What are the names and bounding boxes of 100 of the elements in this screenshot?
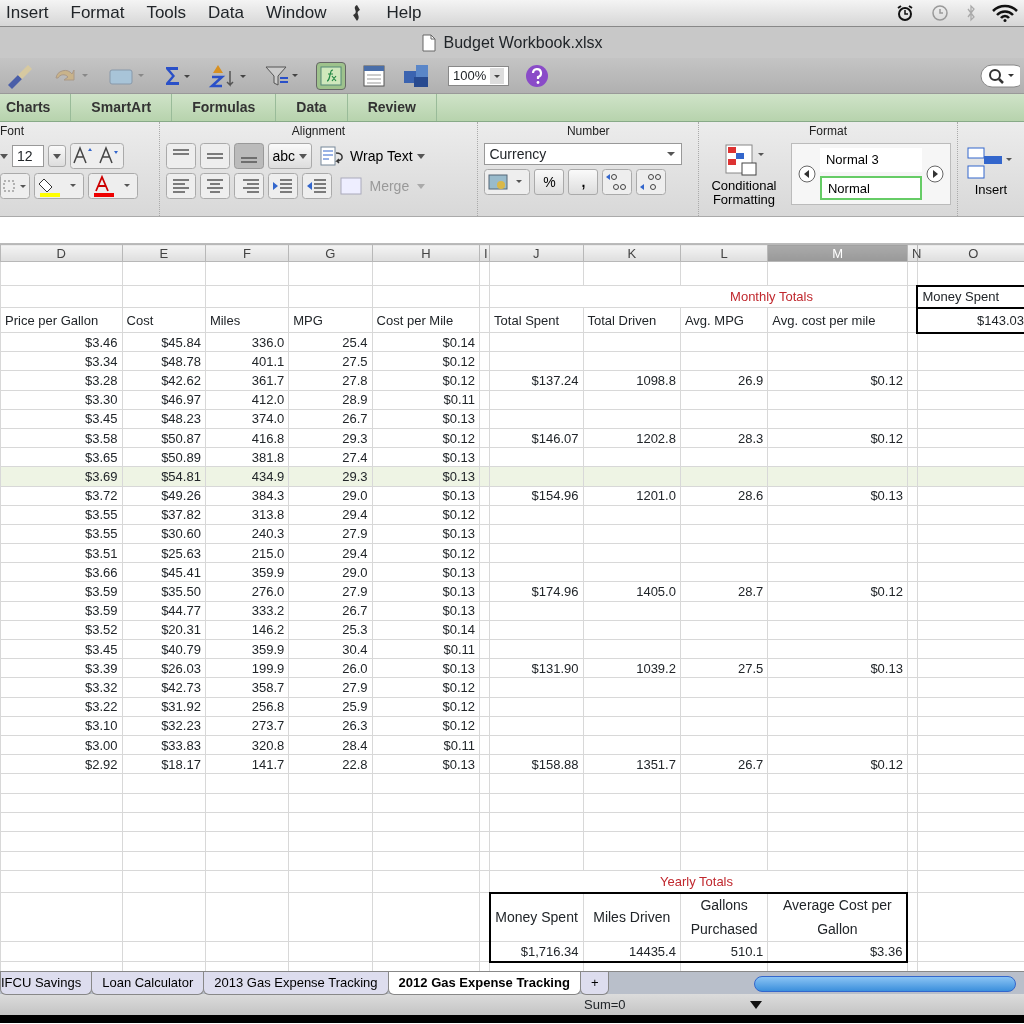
ribbon-tab[interactable]: Charts xyxy=(0,94,72,121)
alarm-clock-icon[interactable] xyxy=(896,4,914,22)
clock-icon[interactable] xyxy=(930,4,950,22)
insert-button[interactable]: Insert xyxy=(958,122,1024,216)
table-row[interactable]: $3.10 $32.23 273.7 26.3 $0.12 xyxy=(0,716,1024,736)
menu-item[interactable]: Window xyxy=(266,0,327,26)
conditional-formatting-button[interactable]: Conditional Formatting xyxy=(705,143,783,208)
table-row[interactable]: $3.45 $48.23 374.0 26.7 $0.13 xyxy=(0,409,1024,429)
align-middle-icon[interactable] xyxy=(199,143,230,169)
grow-font-icon[interactable] xyxy=(70,143,124,169)
column-header[interactable]: G xyxy=(288,244,373,262)
table-cell: 1098.8 xyxy=(583,370,681,391)
wrap-text-button[interactable]: Wrap Text xyxy=(316,143,429,169)
align-bottom-icon[interactable] xyxy=(233,143,264,169)
ribbon-tab[interactable]: Review xyxy=(347,94,437,121)
column-header[interactable]: L xyxy=(680,244,768,262)
number-format-field[interactable]: Currency xyxy=(484,143,683,165)
decrease-decimal-icon[interactable] xyxy=(636,169,667,195)
font-size-dropdown[interactable] xyxy=(48,145,66,167)
caret-icon[interactable] xyxy=(749,999,762,1010)
table-cell: $0.13 xyxy=(372,447,480,467)
previous-icon[interactable] xyxy=(798,165,816,183)
ribbon-tab[interactable]: Formulas xyxy=(172,94,277,121)
table-row[interactable]: $3.28 $42.62 361.7 27.8 $0.12 $137.24 1098.8 26.9 $0.12 xyxy=(0,370,1024,391)
sheet-tab[interactable]: 2013 Gas Expense Tracking xyxy=(203,972,389,995)
table-row[interactable]: $3.46 $45.84 336.0 25.4 $0.14 xyxy=(0,332,1024,352)
sheet-tab[interactable]: 2012 Gas Expense Tracking xyxy=(387,972,581,995)
ribbon-tab[interactable]: SmartArt xyxy=(71,94,173,121)
column-header[interactable]: D xyxy=(0,244,123,262)
column-header[interactable]: F xyxy=(205,244,289,262)
table-row[interactable]: $3.45 $40.79 359.9 30.4 $0.11 xyxy=(0,639,1024,659)
menu-item[interactable]: Data xyxy=(208,0,244,26)
filter-icon[interactable] xyxy=(264,63,300,88)
increase-decimal-icon[interactable] xyxy=(602,169,633,195)
cell-style-option[interactable]: Normal 3 xyxy=(820,148,922,172)
comma-button[interactable]: , xyxy=(568,169,599,195)
table-cell: 416.8 xyxy=(205,428,289,448)
align-right-icon[interactable] xyxy=(233,173,264,199)
table-cell: 141.7 xyxy=(205,754,289,774)
sheet-tab[interactable]: IFCU Savings xyxy=(0,972,93,995)
table-row[interactable]: $3.00 $33.83 320.8 28.4 $0.11 xyxy=(0,735,1024,755)
menu-item[interactable]: Help xyxy=(386,0,422,26)
table-row[interactable]: $3.59 $35.50 276.0 27.9 $0.13 $174.96 1405.0 28.7 $0.12 xyxy=(0,581,1024,602)
table-cell: $0.12 xyxy=(372,543,480,563)
table-row[interactable]: $3.55 $37.82 313.8 29.4 $0.12 xyxy=(0,505,1024,525)
table-cell: $0.13 xyxy=(372,486,480,506)
zoom-field[interactable]: 100% xyxy=(448,65,510,86)
add-sheet-button[interactable]: + xyxy=(579,972,610,995)
sheet-tab[interactable]: Loan Calculator xyxy=(91,972,205,995)
search-icon[interactable] xyxy=(980,63,1020,88)
percent-button[interactable]: % xyxy=(534,169,565,195)
column-header[interactable]: H xyxy=(372,244,480,262)
table-row[interactable]: $3.66 $45.41 359.9 29.0 $0.13 xyxy=(0,562,1024,582)
column-header[interactable]: E xyxy=(122,244,206,262)
table-cell: $3.52 xyxy=(0,620,123,640)
table-cell: 1351.7 xyxy=(583,754,681,774)
table-row[interactable]: $3.34 $48.78 401.1 27.5 $0.12 xyxy=(0,351,1024,371)
column-header[interactable]: K xyxy=(583,244,681,262)
table-row[interactable]: $3.52 $20.31 146.2 25.3 $0.14 xyxy=(0,620,1024,640)
formula-builder-button[interactable] xyxy=(316,61,346,90)
cell-style-option[interactable]: Normal xyxy=(820,176,922,200)
next-icon[interactable] xyxy=(926,165,944,183)
table-cell: 26.0 xyxy=(288,658,373,678)
table-row[interactable]: $3.55 $30.60 240.3 27.9 $0.13 xyxy=(0,524,1024,544)
increase-indent-icon[interactable] xyxy=(301,173,332,199)
menu-item[interactable]: Tools xyxy=(146,0,187,26)
help-icon[interactable] xyxy=(525,63,550,88)
table-row[interactable]: $3.59 $44.77 333.2 26.7 $0.13 xyxy=(0,601,1024,621)
table-row[interactable]: $3.22 $31.92 256.8 25.9 $0.12 xyxy=(0,697,1024,717)
menu-item[interactable]: Format xyxy=(70,0,125,26)
ribbon-tab[interactable]: Data xyxy=(276,94,348,121)
table-row[interactable]: $2.92 $18.17 141.7 22.8 $0.13 $158.88 1351.7 26.7 $0.12 xyxy=(0,754,1024,774)
table-row[interactable]: $3.72 $49.26 384.3 29.0 $0.13 $154.96 1201.0 28.6 $0.13 xyxy=(0,486,1024,506)
table-row[interactable]: $3.30 $46.97 412.0 28.9 $0.11 xyxy=(0,390,1024,410)
table-row[interactable]: $3.32 $42.73 358.7 27.9 $0.12 xyxy=(0,677,1024,698)
font-size-field[interactable]: 12 xyxy=(12,145,44,167)
accounting-format-icon[interactable] xyxy=(484,169,531,195)
align-left-icon[interactable] xyxy=(165,173,196,199)
scroll-bar[interactable] xyxy=(754,976,1016,992)
section-title: Monthly Totals xyxy=(489,285,908,308)
column-header[interactable]: I xyxy=(479,244,490,262)
wifi-icon[interactable] xyxy=(992,4,1018,22)
align-top-icon[interactable] xyxy=(165,143,196,169)
table-row[interactable]: $3.65 $50.89 381.8 27.4 $0.13 xyxy=(0,447,1024,467)
font-color-icon[interactable] xyxy=(88,173,138,199)
table-row[interactable]: $3.58 $50.87 416.8 29.3 $0.12 $146.07 1202.8 28.3 $0.12 xyxy=(0,428,1024,448)
table-cell: 358.7 xyxy=(205,677,289,698)
align-center-icon[interactable] xyxy=(199,173,230,199)
table-row[interactable]: $3.51 $25.63 215.0 29.4 $0.12 xyxy=(0,543,1024,563)
table-row[interactable]: $3.39 $26.03 199.9 26.0 $0.13 $131.90 1039.2 27.5 $0.13 xyxy=(0,658,1024,678)
decrease-indent-icon[interactable] xyxy=(267,173,298,199)
column-header[interactable]: J xyxy=(489,244,583,262)
gallery-icon[interactable] xyxy=(362,63,386,88)
table-cell: 29.4 xyxy=(288,505,373,525)
fill-color-icon[interactable] xyxy=(34,173,84,199)
group-title: Font xyxy=(0,123,25,139)
table-row[interactable]: $3.69 $54.81 434.9 29.3 $0.13 xyxy=(0,466,1024,486)
caret-icon[interactable] xyxy=(0,152,8,160)
menu-item[interactable]: Insert xyxy=(6,0,49,26)
text-orientation-button[interactable]: abc xyxy=(267,143,313,169)
